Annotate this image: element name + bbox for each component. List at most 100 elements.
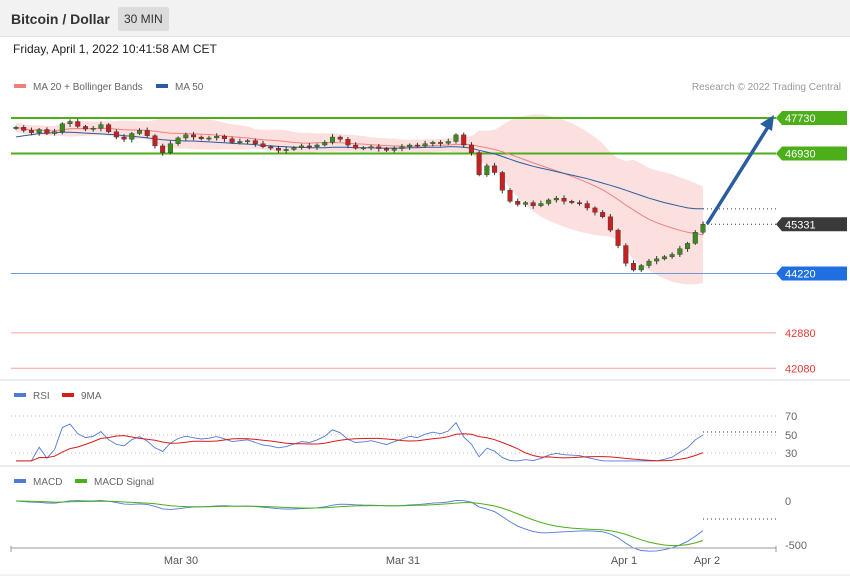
candle-body xyxy=(322,142,328,146)
candle-body xyxy=(329,136,335,143)
candle-body xyxy=(476,152,482,175)
candle-body xyxy=(569,201,575,203)
candle-body xyxy=(44,129,50,134)
candle-body xyxy=(631,263,637,271)
candle-body xyxy=(21,127,27,131)
candle-body xyxy=(445,141,451,144)
legend-macd: MACD xyxy=(33,477,62,488)
candle-body xyxy=(600,212,606,217)
x-tick-label: Apr 1 xyxy=(611,555,637,567)
candle-body xyxy=(453,134,459,142)
candle-body xyxy=(268,146,274,149)
candle-body xyxy=(484,165,490,175)
candle-body xyxy=(391,148,397,151)
macd-tick-500: -500 xyxy=(785,540,807,552)
candle-body xyxy=(28,130,34,133)
candle-body xyxy=(221,135,227,140)
legend-swatch-rsi xyxy=(14,393,26,397)
candle-body xyxy=(144,130,150,136)
legend-swatch-ma20 xyxy=(14,84,26,88)
candle-body xyxy=(314,144,320,147)
candle-body xyxy=(669,254,675,257)
candle-body xyxy=(52,131,58,134)
candle-body xyxy=(67,121,73,124)
candle-body xyxy=(515,201,521,205)
legend-swatch-macd xyxy=(14,479,26,483)
level-label: 47730 xyxy=(785,113,816,125)
macd-line xyxy=(15,499,704,552)
candle-body xyxy=(661,256,667,260)
candle-body xyxy=(137,130,143,134)
rsi-tick-30: 30 xyxy=(785,448,797,460)
candle-body xyxy=(160,145,166,153)
candle-body xyxy=(399,146,405,149)
candle-body xyxy=(700,224,706,233)
macd-tick-0: 0 xyxy=(785,496,791,508)
candle-body xyxy=(522,202,528,205)
candle-body xyxy=(553,197,559,201)
candle-body xyxy=(492,165,498,173)
candle-body xyxy=(623,245,629,264)
candle-body xyxy=(283,149,289,151)
candle-body xyxy=(592,207,598,213)
candle-body xyxy=(461,134,467,146)
level-label: 44220 xyxy=(785,269,816,281)
candle-body xyxy=(237,141,243,143)
candle-body xyxy=(499,172,505,191)
candle-body xyxy=(252,140,258,144)
candle-body xyxy=(376,146,382,149)
level-label: 45331 xyxy=(785,219,816,231)
candle-body xyxy=(191,134,197,138)
candle-body xyxy=(175,137,181,144)
candle-body xyxy=(337,136,343,140)
macd-signal-line xyxy=(15,500,704,547)
candle-body xyxy=(260,143,266,147)
x-tick-label: Mar 30 xyxy=(164,555,198,567)
candle-body xyxy=(638,265,644,271)
candle-body xyxy=(685,243,691,249)
candle-body xyxy=(576,202,582,205)
candle-body xyxy=(507,190,513,202)
candle-body xyxy=(677,248,683,255)
candle-body xyxy=(167,143,173,153)
candle-body xyxy=(129,133,135,140)
candle-body xyxy=(384,148,390,151)
candle-body xyxy=(36,129,42,133)
x-tick-label: Mar 31 xyxy=(386,555,420,567)
candle-body xyxy=(654,258,660,262)
candle-body xyxy=(368,146,374,149)
candle-body xyxy=(438,142,444,144)
candle-body xyxy=(692,232,698,244)
candle-body xyxy=(214,135,220,139)
candle-body xyxy=(152,135,158,147)
candle-body xyxy=(113,131,119,138)
candle-body xyxy=(229,138,235,143)
forecast-arrow xyxy=(705,126,770,225)
bollinger-band xyxy=(16,114,703,285)
candle-body xyxy=(646,260,652,266)
candle-body xyxy=(430,142,436,144)
rsi-tick-70: 70 xyxy=(785,411,797,423)
candle-body xyxy=(353,144,359,149)
trading-chart: MA 20 + Bollinger Bands MA 50 Research ©… xyxy=(0,82,850,576)
candle-body xyxy=(530,202,536,206)
candle-body xyxy=(183,134,189,139)
x-tick-label: Apr 2 xyxy=(694,555,720,567)
legend-ma50: MA 50 xyxy=(175,82,204,93)
candle-body xyxy=(306,145,312,148)
candle-body xyxy=(299,145,305,148)
candle-body xyxy=(546,199,552,204)
candle-body xyxy=(407,144,413,147)
candle-body xyxy=(538,203,544,206)
legend-swatch-ma50 xyxy=(156,84,168,88)
candle-body xyxy=(275,147,281,151)
candle-body xyxy=(561,197,567,202)
credit-text: Research © 2022 Trading Central xyxy=(692,82,841,93)
candle-body xyxy=(198,136,204,140)
candle-body xyxy=(13,127,19,129)
candle-body xyxy=(98,124,104,129)
candle-body xyxy=(245,140,251,142)
candle-body xyxy=(291,147,297,150)
legend-ma20: MA 20 + Bollinger Bands xyxy=(33,82,143,93)
legend-swatch-rsi-ma xyxy=(62,393,74,397)
